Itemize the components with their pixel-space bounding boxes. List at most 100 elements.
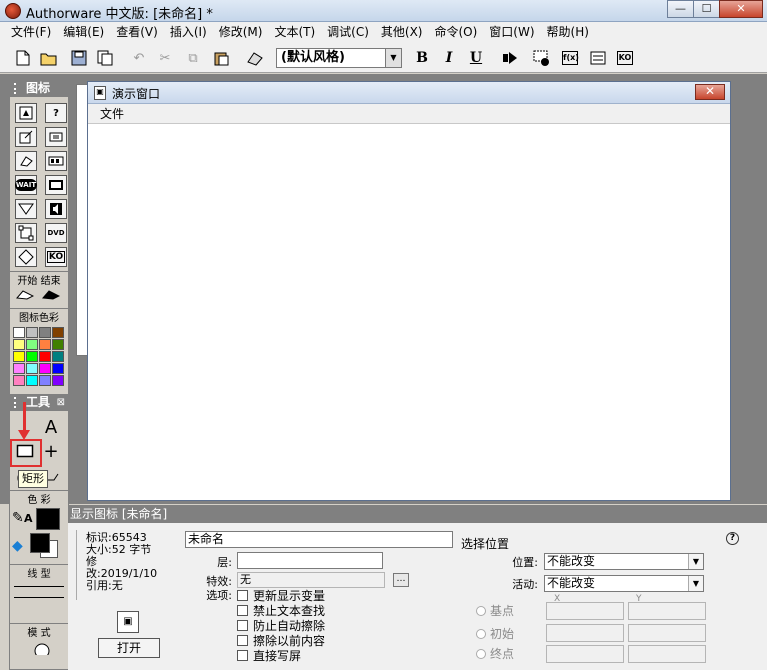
run-icon[interactable] xyxy=(501,49,519,67)
line-style-label: 线 型 xyxy=(10,564,68,580)
function-label: f(x) xyxy=(562,51,579,65)
icon-color-swatch[interactable] xyxy=(13,327,25,338)
variables-icon[interactable] xyxy=(589,49,607,67)
text-tool[interactable]: A xyxy=(38,415,64,439)
menu-command[interactable]: 命令(O) xyxy=(428,22,483,43)
navigate-icon[interactable] xyxy=(15,199,37,219)
option-direct-to-screen[interactable]: 直接写屏 xyxy=(237,647,301,664)
interaction-icon[interactable]: ? xyxy=(45,103,67,123)
menu-insert[interactable]: 插入(I) xyxy=(164,22,213,43)
layer-input[interactable] xyxy=(237,552,383,569)
import-icon[interactable] xyxy=(96,49,114,67)
icon-color-swatch[interactable] xyxy=(39,327,51,338)
map-icon[interactable] xyxy=(45,151,67,171)
position-select[interactable]: 不能改变 ▼ xyxy=(544,553,704,570)
menu-edit[interactable]: 编辑(E) xyxy=(57,22,110,43)
help-icon[interactable]: ? xyxy=(726,532,739,545)
icon-color-swatch[interactable] xyxy=(26,351,38,362)
paste-icon[interactable] xyxy=(212,49,230,67)
find-icon[interactable] xyxy=(246,49,264,67)
open-folder-icon[interactable] xyxy=(40,49,58,67)
minimize-button[interactable]: — xyxy=(667,0,694,18)
presentation-close-button[interactable]: ✕ xyxy=(695,84,725,100)
dvd-icon[interactable]: DVD xyxy=(45,223,67,243)
close-button[interactable]: ✕ xyxy=(719,0,763,18)
base-label: 基点 xyxy=(490,604,515,618)
presentation-menu-file[interactable]: 文件 xyxy=(100,107,124,121)
motion-icon[interactable] xyxy=(15,127,37,147)
icon-color-swatch[interactable] xyxy=(26,339,38,350)
copy-icon[interactable]: ⧉ xyxy=(184,49,202,67)
calculation-icon[interactable] xyxy=(45,127,67,147)
sound-icon[interactable] xyxy=(45,199,67,219)
movie-icon[interactable] xyxy=(45,175,67,195)
icon-color-swatch[interactable] xyxy=(39,339,51,350)
activity-select[interactable]: 不能改变 ▼ xyxy=(544,575,704,592)
icon-color-swatch[interactable] xyxy=(52,327,64,338)
knowledge-object-palette-icon[interactable]: KO xyxy=(45,247,67,267)
menu-file[interactable]: 文件(F) xyxy=(5,22,57,43)
decision-icon[interactable] xyxy=(15,247,37,267)
menu-other[interactable]: 其他(X) xyxy=(375,22,429,43)
menu-view[interactable]: 查看(V) xyxy=(110,22,164,43)
wait-icon[interactable]: WAIT xyxy=(14,175,38,195)
effect-browse-button[interactable]: … xyxy=(393,573,409,587)
icon-color-swatch[interactable] xyxy=(13,363,25,374)
icon-color-swatch[interactable] xyxy=(39,363,51,374)
function-icon[interactable]: f(x) xyxy=(561,49,579,67)
icon-color-swatch[interactable] xyxy=(13,375,25,386)
app-icon xyxy=(5,3,21,19)
menu-debug[interactable]: 调试(C) xyxy=(321,22,375,43)
radio-base-point[interactable]: 基点 xyxy=(476,602,514,619)
icon-color-swatch[interactable] xyxy=(26,363,38,374)
icon-color-swatch[interactable] xyxy=(52,339,64,350)
radio-dot xyxy=(476,628,486,639)
display-icon[interactable] xyxy=(15,103,37,123)
icon-color-swatch[interactable] xyxy=(13,339,25,350)
icon-color-swatch[interactable] xyxy=(26,327,38,338)
tools-close-icon[interactable]: ⊠ xyxy=(57,394,65,411)
start-flag-icon[interactable] xyxy=(15,289,35,303)
text-style-select[interactable]: (默认风格) ▼ xyxy=(276,48,402,68)
cut-icon[interactable]: ✂ xyxy=(156,49,174,67)
icon-color-swatch[interactable] xyxy=(13,351,25,362)
icon-palette: 图标 ? WAIT DVD KO 开始 结束 图标色彩 工具 ⊠ A + 色 彩… xyxy=(9,79,69,670)
start-end-flags xyxy=(10,287,68,305)
icon-color-swatch[interactable] xyxy=(39,351,51,362)
icon-name-field[interactable]: 未命名 xyxy=(185,531,453,548)
undo-icon[interactable]: ↶ xyxy=(130,49,148,67)
new-file-icon[interactable] xyxy=(14,49,32,67)
radio-dot xyxy=(476,605,486,616)
save-icon[interactable] xyxy=(70,49,88,67)
icon-color-swatch[interactable] xyxy=(26,375,38,386)
display-preview-icon: ▣ xyxy=(117,611,139,633)
radio-initial[interactable]: 初始 xyxy=(476,625,514,642)
menu-modify[interactable]: 修改(M) xyxy=(213,22,269,43)
ko-label: KO xyxy=(617,51,633,65)
icon-color-swatch[interactable] xyxy=(52,363,64,374)
framework-icon[interactable] xyxy=(15,223,37,243)
initial-y-input xyxy=(628,624,706,642)
end-flag-icon[interactable] xyxy=(41,289,61,303)
icon-color-swatch[interactable] xyxy=(52,351,64,362)
fill-bucket-icon: ◆ xyxy=(12,538,23,554)
icon-color-swatch[interactable] xyxy=(39,375,51,386)
menu-help[interactable]: 帮助(H) xyxy=(541,22,595,43)
control-panel-icon[interactable] xyxy=(533,49,551,67)
knowledge-object-icon[interactable]: KO xyxy=(616,49,634,67)
effect-field: 无 xyxy=(237,572,385,588)
menu-window[interactable]: 窗口(W) xyxy=(483,22,540,43)
bold-button[interactable]: B xyxy=(413,49,431,67)
icon-color-swatch[interactable] xyxy=(52,375,64,386)
line-style-options[interactable] xyxy=(10,580,68,620)
underline-button[interactable]: U xyxy=(467,49,485,67)
open-button[interactable]: 打开 xyxy=(98,638,160,658)
italic-button[interactable]: I xyxy=(440,49,458,67)
radio-end-point[interactable]: 终点 xyxy=(476,645,514,662)
maximize-button[interactable]: ☐ xyxy=(693,0,720,18)
menu-text[interactable]: 文本(T) xyxy=(268,22,321,43)
foreground-color-swatch[interactable] xyxy=(30,533,50,553)
line-color-swatch[interactable] xyxy=(36,508,60,530)
mode-preview[interactable] xyxy=(10,639,68,659)
erase-icon[interactable] xyxy=(15,151,37,171)
